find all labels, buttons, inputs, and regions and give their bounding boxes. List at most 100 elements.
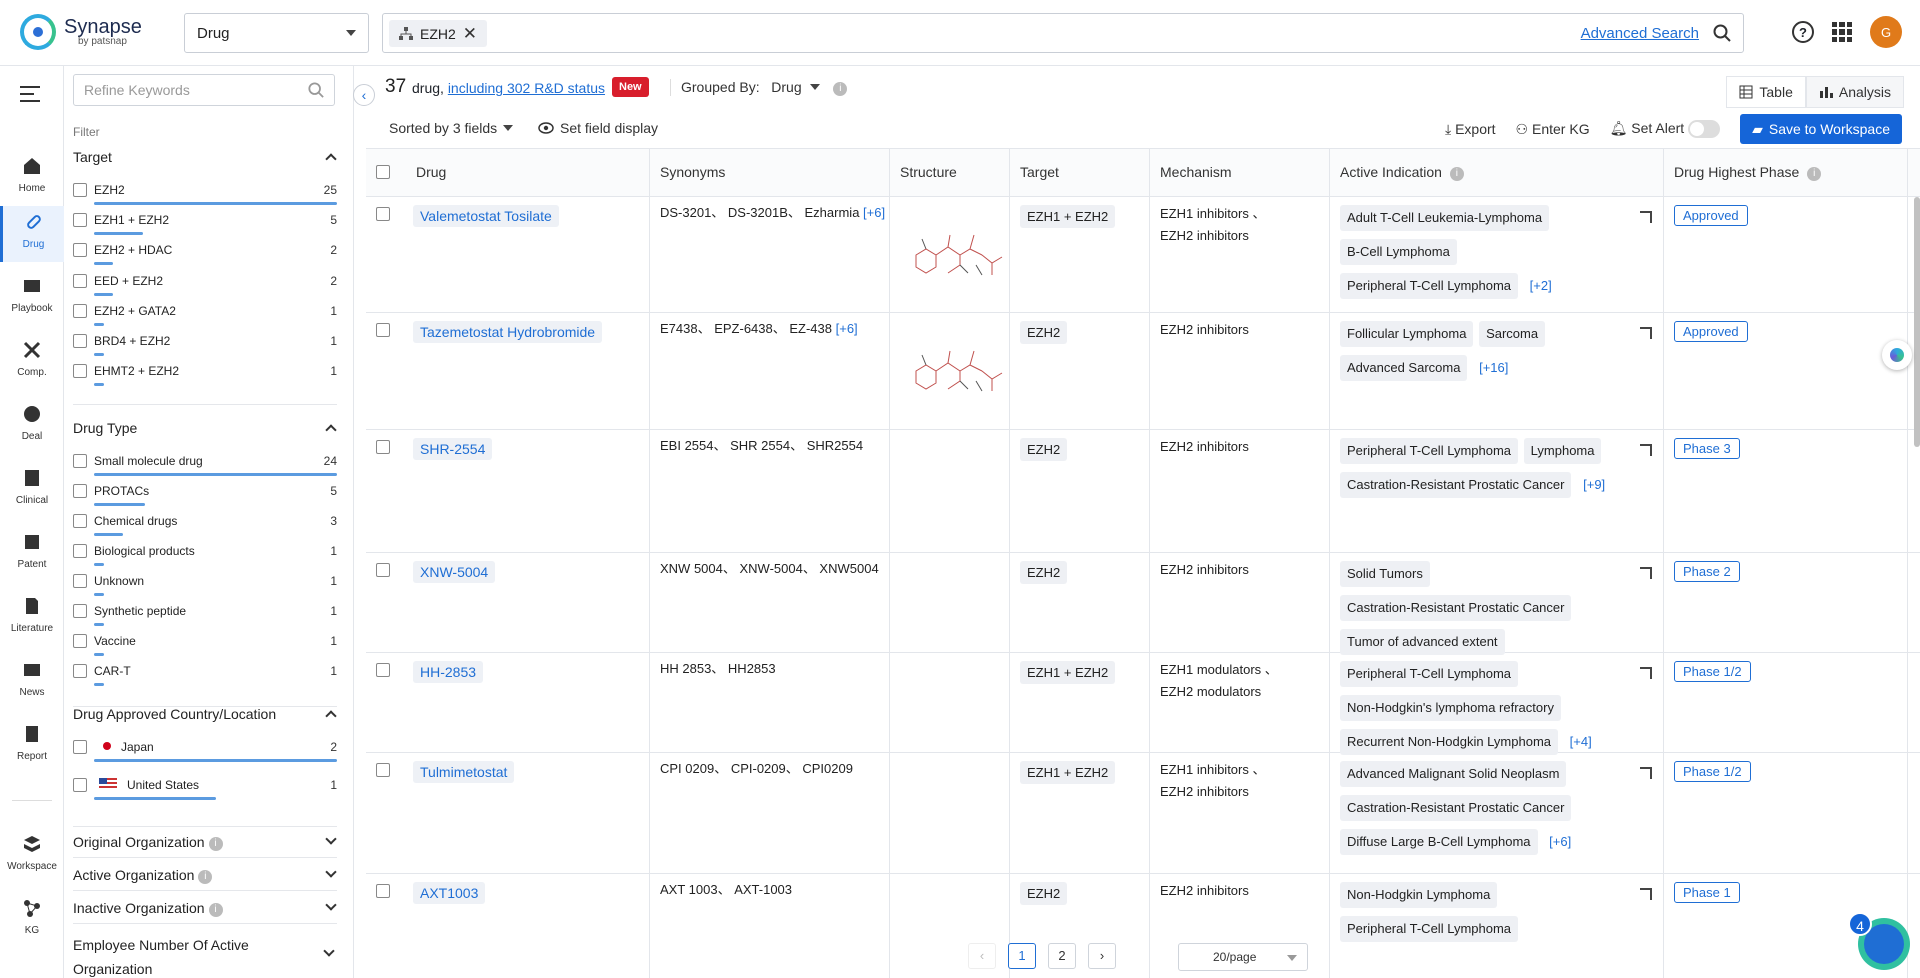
checkbox[interactable] (73, 183, 87, 197)
filter-item[interactable]: PROTACs 5 (73, 480, 337, 510)
indication-tag[interactable]: Non-Hodgkin Lymphoma (1340, 882, 1497, 908)
indication-tag[interactable]: Castration-Resistant Prostatic Cancer (1340, 472, 1571, 498)
checkbox[interactable] (73, 604, 87, 618)
query-chip[interactable]: EZH2 ✕ (389, 20, 487, 47)
indication-tag[interactable]: Castration-Resistant Prostatic Cancer (1340, 595, 1571, 621)
indication-tag[interactable]: Tumor of advanced extent (1340, 629, 1505, 655)
drug-name-link[interactable]: XNW-5004 (413, 561, 495, 583)
expand-icon[interactable] (1640, 327, 1652, 339)
filter-section-drug-type[interactable]: Drug Type (73, 420, 337, 436)
indication-tag[interactable]: Castration-Resistant Prostatic Cancer (1340, 795, 1571, 821)
filter-item[interactable]: Synthetic peptide 1 (73, 600, 337, 630)
drug-name-link[interactable]: SHR-2554 (413, 438, 492, 460)
indication-tag[interactable]: Lymphoma (1524, 438, 1602, 464)
indication-tag[interactable]: Non-Hodgkin's lymphoma refractory (1340, 695, 1561, 721)
filter-item[interactable]: CAR-T 1 (73, 660, 337, 690)
chemical-structure-image[interactable] (906, 225, 1006, 285)
sort-dropdown[interactable]: Sorted by 3 fields (389, 120, 513, 136)
drug-name-link[interactable]: Tazemetostat Hydrobromide (413, 321, 602, 343)
drug-name-link[interactable]: AXT1003 (413, 882, 485, 904)
indication-tag[interactable]: Follicular Lymphoma (1340, 321, 1473, 347)
rd-status-link[interactable]: including 302 R&D status (448, 80, 605, 96)
tab-analysis[interactable]: Analysis (1806, 76, 1904, 108)
expand-icon[interactable] (1640, 444, 1652, 456)
indication-more-link[interactable]: [+4] (1570, 734, 1592, 749)
set-field-display-button[interactable]: Set field display (538, 120, 658, 136)
expand-icon[interactable] (1640, 767, 1652, 779)
indication-tag[interactable]: Peripheral T-Cell Lymphoma (1340, 273, 1518, 299)
indication-more-link[interactable]: [+16] (1479, 360, 1508, 375)
col-target[interactable]: Target (1020, 164, 1059, 180)
indication-more-link[interactable]: [+2] (1530, 278, 1552, 293)
set-alert-toggle[interactable]: 🔔︎ Set Alert (1610, 120, 1720, 138)
page-1-button[interactable]: 1 (1008, 943, 1036, 969)
checkbox[interactable] (73, 454, 87, 468)
chemical-structure-image[interactable] (906, 341, 1006, 401)
nav-report[interactable]: Report (0, 718, 64, 774)
prev-page-button[interactable]: ‹ (968, 943, 996, 969)
filter-section-inactive-org[interactable]: Inactive Organizationi (73, 900, 337, 917)
col-drug[interactable]: Drug (416, 164, 446, 180)
target-tag[interactable]: EZH2 (1020, 561, 1067, 584)
search-icon[interactable] (1713, 24, 1731, 42)
checkbox[interactable] (73, 514, 87, 528)
filter-section-employee[interactable]: Employee Number Of Active Organization (73, 933, 303, 978)
checkbox[interactable] (73, 304, 87, 318)
nav-news[interactable]: News (0, 654, 64, 710)
nav-patent[interactable]: Patent (0, 526, 64, 582)
collapse-filter-button[interactable]: ‹ (353, 84, 375, 106)
filter-item-united-states[interactable]: United States 1 (73, 774, 337, 804)
refine-keywords-input[interactable]: Refine Keywords (73, 74, 335, 106)
checkbox[interactable] (73, 213, 87, 227)
row-checkbox[interactable] (376, 440, 390, 454)
table-row[interactable]: HH-2853 HH 2853、 HH2853 EZH1 + EZH2 EZH1… (366, 653, 1920, 753)
col-synonyms[interactable]: Synonyms (660, 164, 725, 180)
checkbox[interactable] (73, 274, 87, 288)
synonyms-more-link[interactable]: [+6] (836, 321, 858, 336)
filter-item[interactable]: EZH2 25 (73, 179, 337, 209)
indication-tag[interactable]: Recurrent Non-Hodgkin Lymphoma (1340, 729, 1558, 755)
filter-section-approved-country[interactable]: Drug Approved Country/Location (73, 706, 337, 722)
checkbox[interactable] (73, 364, 87, 378)
alert-toggle[interactable] (1688, 120, 1720, 138)
target-tag[interactable]: EZH2 (1020, 438, 1067, 461)
target-tag[interactable]: EZH1 + EZH2 (1020, 205, 1115, 228)
table-row[interactable]: Tazemetostat Hydrobromide E7438、 EPZ-643… (366, 313, 1920, 430)
avatar[interactable]: G (1870, 16, 1902, 48)
table-row[interactable]: SHR-2554 EBI 2554、 SHR 2554、 SHR2554 EZH… (366, 430, 1920, 553)
checkbox[interactable] (73, 664, 87, 678)
checkbox[interactable] (73, 740, 87, 754)
nav-home[interactable]: Home (0, 150, 64, 206)
filter-item[interactable]: Small molecule drug 24 (73, 450, 337, 480)
search-type-select[interactable]: Drug (184, 13, 369, 53)
nav-comp[interactable]: Comp. (0, 334, 64, 390)
page-2-button[interactable]: 2 (1048, 943, 1076, 969)
filter-item[interactable]: Unknown 1 (73, 570, 337, 600)
filter-item-japan[interactable]: Japan 2 (73, 736, 337, 766)
synapse-logo[interactable]: Synapse by patsnap (20, 14, 142, 50)
filter-item[interactable]: BRD4 + EZH2 1 (73, 330, 337, 360)
tab-table[interactable]: Table (1726, 76, 1805, 108)
indication-tag[interactable]: Advanced Malignant Solid Neoplasm (1340, 761, 1566, 787)
checkbox[interactable] (73, 544, 87, 558)
row-checkbox[interactable] (376, 323, 390, 337)
filter-item[interactable]: Biological products 1 (73, 540, 337, 570)
filter-item[interactable]: Vaccine 1 (73, 630, 337, 660)
checkbox[interactable] (73, 574, 87, 588)
checkbox[interactable] (73, 778, 87, 792)
checkbox[interactable] (73, 634, 87, 648)
nav-deal[interactable]: Deal (0, 398, 64, 454)
table-vertical-scrollbar[interactable] (1914, 197, 1920, 447)
target-tag[interactable]: EZH2 (1020, 321, 1067, 344)
expand-icon[interactable] (1640, 567, 1652, 579)
filter-section-original-org[interactable]: Original Organizationi (73, 834, 337, 851)
nav-literature[interactable]: Literature (0, 590, 64, 646)
nav-drug[interactable]: Drug (0, 206, 64, 262)
filter-item[interactable]: EZH2 + GATA2 1 (73, 300, 337, 330)
nav-playbook[interactable]: Playbook (0, 270, 64, 326)
drug-name-link[interactable]: Tulmimetostat (413, 761, 514, 783)
select-all-checkbox[interactable] (376, 165, 390, 179)
target-tag[interactable]: EZH1 + EZH2 (1020, 761, 1115, 784)
save-to-workspace-button[interactable]: ▰Save to Workspace (1740, 114, 1902, 144)
assistant-float-icon[interactable] (1882, 340, 1912, 370)
